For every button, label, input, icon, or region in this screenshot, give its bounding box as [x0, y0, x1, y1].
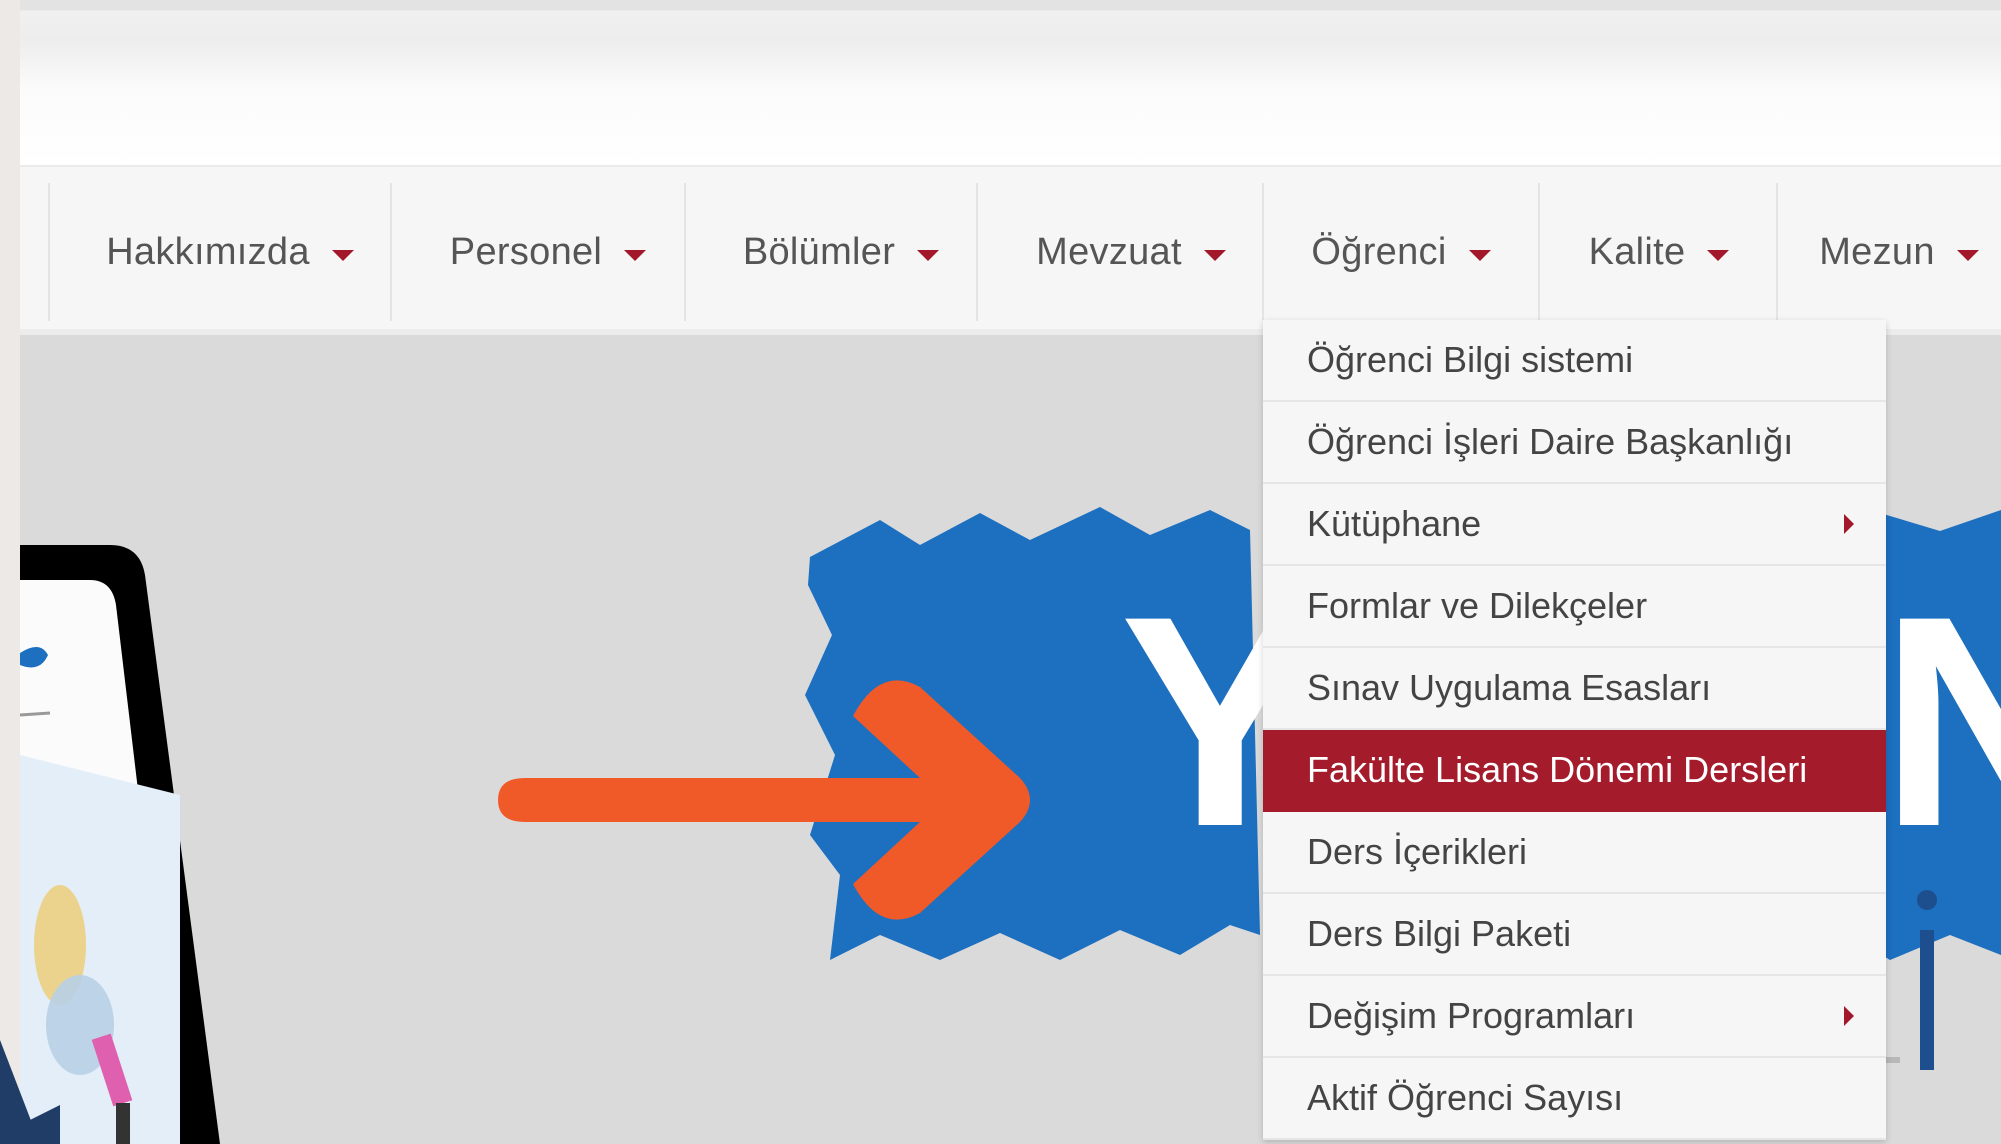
dropdown-item-label: Kütüphane [1307, 503, 1482, 544]
nav-item-hakkimizda[interactable]: Hakkımızda [50, 183, 410, 321]
nav-item-ogrenci[interactable]: Öğrenci [1264, 183, 1538, 321]
nav-item-label: Bölümler [742, 230, 896, 273]
nav-item-label: Hakkımızda [106, 230, 310, 273]
nav-item-label: Personel [449, 230, 603, 273]
dropdown-item-label: Değişim Programları [1307, 995, 1636, 1036]
orange-arrow-graphic [498, 680, 1030, 920]
dropdown-item-ders-bilgi-paketi[interactable]: Ders Bilgi Paketi [1263, 894, 1886, 976]
nav-item-kalite[interactable]: Kalite [1540, 183, 1778, 321]
dropdown-item-label: Fakülte Lisans Dönemi Dersleri [1307, 749, 1808, 790]
dropdown-item-sinav-esaslari[interactable]: Sınav Uygulama Esasları [1263, 648, 1886, 730]
dropdown-item-degisim-programlari[interactable]: Değişim Programları [1263, 976, 1886, 1058]
dropdown-item-ders-icerikleri[interactable]: Ders İçerikleri [1263, 812, 1886, 894]
nav-item-label: Mezun [1819, 230, 1935, 273]
dropdown-item-label: Aktif Öğrenci Sayısı [1307, 1077, 1624, 1118]
caret-right-icon [1844, 514, 1854, 534]
nav-item-bolumler[interactable]: Bölümler [686, 183, 996, 321]
nav-item-label: Öğrenci [1311, 230, 1447, 273]
dropdown-item-label: Ders İçerikleri [1307, 831, 1528, 872]
nav-item-personel[interactable]: Personel [392, 183, 704, 321]
nav-item-label: Mevzuat [1036, 230, 1182, 273]
dropdown-item-kutuphane[interactable]: Kütüphane [1263, 484, 1886, 566]
dropdown-item-ogrenci-isleri[interactable]: Öğrenci İşleri Daire Başkanlığı [1263, 402, 1886, 484]
caret-down-icon [624, 249, 647, 261]
nav-item-mezun[interactable]: Mezun [1780, 183, 2001, 321]
banner-letter-graphic: N [1880, 553, 2001, 889]
caret-down-icon [1468, 249, 1491, 261]
dropdown-item-ogrenci-bilgi-sistemi[interactable]: Öğrenci Bilgi sistemi [1263, 320, 1886, 402]
main-navbar: Hakkımızda Personel Bölümler Mevzuat Öğr… [20, 165, 2001, 335]
dropdown-item-label: Sınav Uygulama Esasları [1307, 667, 1712, 708]
caret-down-icon [1707, 249, 1730, 261]
dropdown-item-label: Ders Bilgi Paketi [1307, 913, 1572, 954]
caret-down-icon [1203, 249, 1226, 261]
caret-down-icon [1956, 249, 1979, 261]
caret-right-icon [1844, 1006, 1854, 1026]
nav-separator [1776, 183, 1778, 321]
dropdown-item-label: Formlar ve Dilekçeler [1307, 585, 1648, 626]
left-edge-strip [0, 0, 20, 1144]
caret-down-icon [331, 249, 354, 261]
corner-decoration [0, 1040, 40, 1144]
caret-down-icon [917, 249, 940, 261]
nav-item-mevzuat[interactable]: Mevzuat [978, 183, 1284, 321]
dropdown-item-formlar[interactable]: Formlar ve Dilekçeler [1263, 566, 1886, 648]
dropdown-item-aktif-ogrenci-sayisi[interactable]: Aktif Öğrenci Sayısı [1263, 1058, 1886, 1140]
nav-item-label: Kalite [1588, 230, 1686, 273]
header-band [20, 0, 2001, 165]
dropdown-item-label: Öğrenci Bilgi sistemi [1307, 339, 1634, 380]
banner-letter-graphic [1920, 930, 1934, 1070]
dropdown-item-label: Öğrenci İşleri Daire Başkanlığı [1307, 421, 1794, 462]
dropdown-item-fakulte-lisans-dersleri[interactable]: Fakülte Lisans Dönemi Dersleri [1263, 730, 1886, 812]
webpage: Hakkımızda Personel Bölümler Mevzuat Öğr… [20, 0, 2001, 1144]
ogrenci-dropdown-menu: Öğrenci Bilgi sistemi Öğrenci İşleri Dai… [1263, 320, 1886, 1140]
